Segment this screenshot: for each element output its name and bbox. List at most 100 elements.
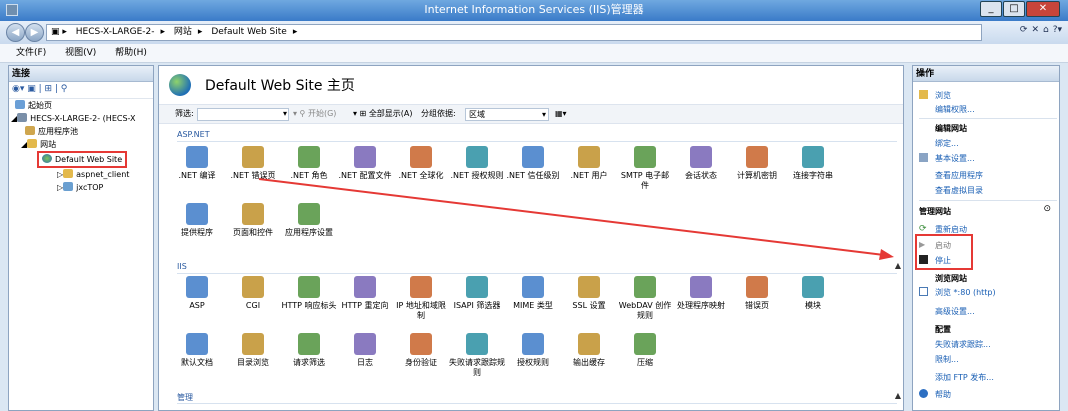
feature-iis2-7[interactable]: 输出缓存 (561, 333, 617, 368)
feature-iis1-7[interactable]: SSL 设置 (561, 276, 617, 311)
feature-iis2-0[interactable]: 默认文档 (169, 333, 225, 368)
feature-iis2-2[interactable]: 请求筛选 (281, 333, 337, 368)
tree-server[interactable]: ◢ HECS-X-LARGE-2- (HECS-X (9, 112, 153, 125)
feature-icon (802, 146, 824, 168)
toolbar-icons[interactable]: ⟳ ✕ ⌂ ?▾ (1020, 25, 1062, 35)
feature-icon (186, 146, 208, 168)
feature-label: .NET 角色 (290, 171, 328, 180)
feature-aspnet-6[interactable]: .NET 信任级别 (505, 146, 561, 181)
menu-help[interactable]: 帮助(H) (115, 48, 147, 58)
action-add-ftp[interactable]: 添加 FTP 发布... (935, 372, 994, 383)
home-icon: ▣ ▸ (51, 27, 67, 37)
feature-aspnet-3[interactable]: .NET 配置文件 (337, 146, 393, 181)
feature-aspnet-2[interactable]: .NET 角色 (281, 146, 337, 181)
feature-label: 输出缓存 (573, 358, 605, 367)
feature-icon (746, 276, 768, 298)
feature-iis2-6[interactable]: 授权规则 (505, 333, 561, 368)
feature-iis1-0[interactable]: ASP (169, 276, 225, 311)
sites-folder-icon (27, 139, 38, 148)
feature-iis1-6[interactable]: MIME 类型 (505, 276, 561, 311)
feature-iis1-3[interactable]: HTTP 重定向 (337, 276, 393, 311)
forward-button[interactable]: ▶ (25, 23, 44, 42)
tree-start-page[interactable]: 起始页 (9, 99, 153, 112)
maximize-button[interactable]: □ (1003, 1, 1025, 17)
feature-label: .NET 授权规则 (450, 171, 504, 180)
feature-iis2-3[interactable]: 日志 (337, 333, 393, 368)
connections-toolbar[interactable]: ◉▾ ▣ | ⊞ | ⚲ (9, 82, 153, 99)
browse-site-header: 浏览网站 (935, 274, 967, 283)
feature-icon (354, 276, 376, 298)
feature-iis1-1[interactable]: CGI (225, 276, 281, 311)
feature-aspnet-8[interactable]: SMTP 电子邮件 (617, 146, 673, 191)
feature-icon (410, 146, 432, 168)
tree-sites[interactable]: ◢ 网站 (9, 138, 153, 151)
feature-label: IP 地址和域限制 (396, 301, 446, 320)
feature-icon (802, 276, 824, 298)
close-button[interactable]: ✕ (1026, 1, 1060, 17)
feature-icon (298, 146, 320, 168)
feature-aspnet-4[interactable]: .NET 全球化 (393, 146, 449, 181)
feature-aspnet-1[interactable]: .NET 错误页 (225, 146, 281, 181)
feature-iis1-2[interactable]: HTTP 响应标头 (281, 276, 337, 311)
collapse-icon[interactable]: ⊙ (1043, 204, 1051, 214)
feature-label: 失败请求跟踪规则 (449, 358, 505, 377)
action-limits[interactable]: 限制... (935, 354, 959, 365)
help-icon (919, 389, 928, 398)
menu-view[interactable]: 视图(V) (65, 48, 96, 58)
feature-aspnet-9[interactable]: 会话状态 (673, 146, 729, 181)
back-button[interactable]: ◀ (6, 23, 25, 42)
feature-label: 默认文档 (181, 358, 213, 367)
feature-aspnet2-2[interactable]: 应用程序设置 (281, 203, 337, 238)
tree-default-site[interactable]: Default Web Site (9, 151, 153, 168)
connections-header: 连接 (9, 66, 153, 82)
feature-iis2-4[interactable]: 身份验证 (393, 333, 449, 368)
feature-iis1-10[interactable]: 错误页 (729, 276, 785, 311)
action-view-vdirs[interactable]: 查看虚拟目录 (935, 185, 983, 196)
action-failed-tracing[interactable]: 失败请求跟踪... (935, 339, 991, 350)
minimize-button[interactable]: _ (980, 1, 1002, 17)
tree-jxctop[interactable]: ▷ jxcTOP (9, 181, 153, 194)
action-basic-settings[interactable]: 基本设置... (935, 153, 975, 164)
action-view-apps[interactable]: 查看应用程序 (935, 170, 983, 181)
feature-aspnet2-1[interactable]: 页面和控件 (225, 203, 281, 238)
feature-iis1-4[interactable]: IP 地址和域限制 (393, 276, 449, 321)
feature-iis2-8[interactable]: 压缩 (617, 333, 673, 368)
action-browse-80[interactable]: 浏览 *:80 (http) (935, 287, 996, 298)
feature-iis1-11[interactable]: 模块 (785, 276, 841, 311)
crumb-server[interactable]: HECS-X-LARGE-2- (76, 27, 155, 37)
feature-iis1-5[interactable]: ISAPI 筛选器 (449, 276, 505, 311)
feature-label: 日志 (357, 358, 373, 367)
home-nav-icon: ⌂ (1042, 25, 1049, 35)
feature-iis1-8[interactable]: WebDAV 创作规则 (617, 276, 673, 321)
feature-label: 错误页 (745, 301, 769, 310)
tree-app-pools[interactable]: 应用程序池 (9, 125, 153, 138)
tree-aspnet-client[interactable]: ▷ aspnet_client (9, 168, 153, 181)
edit-site-header: 编辑网站 (935, 124, 967, 133)
address-field[interactable]: ▣ ▸ HECS-X-LARGE-2- ▸ 网站 ▸ Default Web Sit… (46, 24, 982, 41)
feature-iis1-9[interactable]: 处理程序映射 (673, 276, 729, 311)
crumb-site[interactable]: Default Web Site (211, 27, 287, 37)
feature-aspnet-5[interactable]: .NET 授权规则 (449, 146, 505, 181)
action-bindings[interactable]: 绑定... (935, 138, 959, 149)
menu-file[interactable]: 文件(F) (16, 48, 46, 58)
feature-aspnet-7[interactable]: .NET 用户 (561, 146, 617, 181)
feature-icon (746, 146, 768, 168)
feature-icon (410, 333, 432, 355)
menu-bar: 文件(F) 视图(V) 帮助(H) (0, 44, 1068, 63)
action-edit-permissions[interactable]: 编辑权限... (935, 104, 975, 115)
feature-iis2-5[interactable]: 失败请求跟踪规则 (449, 333, 505, 378)
feature-aspnet-11[interactable]: 连接字符串 (785, 146, 841, 181)
action-help[interactable]: 帮助 (935, 389, 951, 400)
feature-label: 计算机密钥 (737, 171, 777, 180)
feature-aspnet-10[interactable]: 计算机密钥 (729, 146, 785, 181)
feature-label: 连接字符串 (793, 171, 833, 180)
feature-aspnet-0[interactable]: .NET 编译 (169, 146, 225, 181)
manage-site-header: 管理网站 (919, 207, 951, 216)
server-icon (17, 113, 28, 122)
feature-aspnet2-0[interactable]: 提供程序 (169, 203, 225, 238)
feature-label: .NET 配置文件 (338, 171, 392, 180)
action-advanced[interactable]: 高级设置... (935, 306, 975, 317)
action-browse[interactable]: 浏览 (935, 90, 951, 101)
crumb-sites[interactable]: 网站 (174, 27, 192, 37)
feature-iis2-1[interactable]: 目录浏览 (225, 333, 281, 368)
